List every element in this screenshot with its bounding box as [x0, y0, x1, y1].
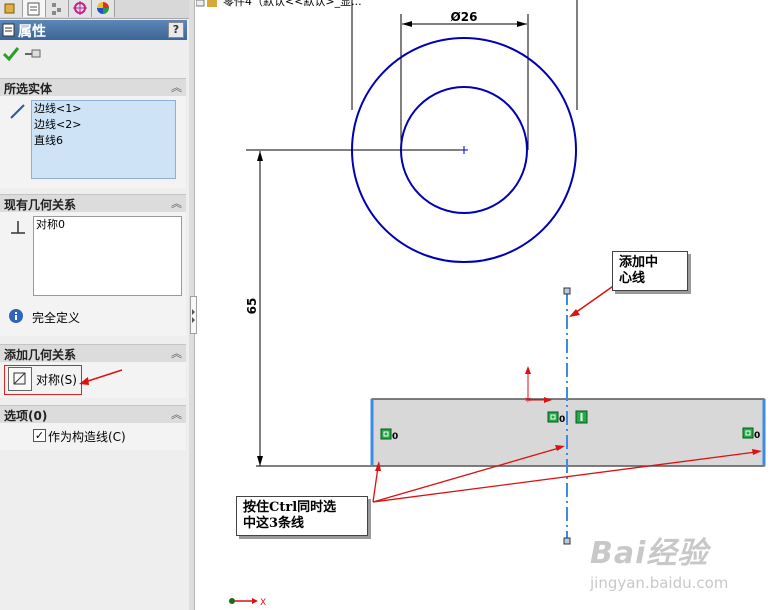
section-header-add-relations[interactable]: 添加几何关系 ︽: [0, 344, 186, 363]
axis-x-label: X: [260, 598, 266, 608]
diameter-dimension[interactable]: Ø26: [351, 0, 578, 150]
collapse-chevron-icon[interactable]: ︽: [171, 195, 182, 211]
crosshair-icon: [73, 1, 87, 15]
symmetric-relation-label[interactable]: 对称(S): [36, 371, 77, 388]
list-item[interactable]: 对称0: [34, 217, 181, 233]
relation-icon: [11, 221, 25, 234]
diameter-dimension-text[interactable]: Ø26: [451, 10, 478, 24]
watermark-url: jingyan.baidu.com: [590, 574, 729, 592]
callout-line: 添加中: [619, 255, 659, 270]
list-item[interactable]: 边线<1>: [32, 101, 175, 117]
section-body-options: ✓ 作为构造线(C): [0, 423, 186, 450]
circle-center-point[interactable]: [460, 146, 468, 154]
feature-tree-flyout[interactable]: 零件4（默认<<默认>_显...: [196, 0, 362, 8]
panel-title: 属性: [18, 24, 46, 40]
tab-dimxpert[interactable]: [69, 0, 92, 17]
list-item[interactable]: 直线6: [32, 133, 175, 149]
ok-check-icon[interactable]: [2, 46, 20, 62]
relation-marker-label: 0: [754, 431, 760, 441]
graphics-canvas[interactable]: 零件4（默认<<默认>_显... Ø26 65 0 0 0 ✶ X 添加中 心线…: [196, 0, 774, 610]
height-dimension[interactable]: 65: [245, 151, 372, 467]
baidu-watermark: Bai经验 jingyan.baidu.com: [590, 528, 770, 598]
definition-status: 完全定义: [32, 311, 81, 325]
section-header-existing-relations[interactable]: 现有几何关系 ︽: [0, 194, 186, 213]
collapse-chevron-icon[interactable]: ︽: [171, 406, 182, 422]
relation-marker-label: 0: [392, 432, 398, 442]
collapse-chevron-icon[interactable]: ︽: [171, 79, 182, 95]
configuration-icon: [52, 3, 61, 15]
section-header-options[interactable]: 选项(0) ︽: [0, 405, 186, 424]
callout-add-centerline: 添加中 心线: [612, 251, 688, 291]
symmetric-relation-button[interactable]: [8, 367, 32, 391]
property-icon: [2, 23, 15, 37]
symmetric-icon: [13, 372, 26, 385]
selected-entities-list[interactable]: 边线<1> 边线<2> 直线6: [31, 100, 176, 179]
existing-relations-list[interactable]: 对称0: [33, 216, 182, 296]
tab-feature-manager[interactable]: [0, 0, 23, 17]
watermark-brand: Bai经验: [590, 536, 709, 571]
vertical-relation-marker[interactable]: [575, 410, 588, 424]
property-icon: [27, 2, 40, 16]
manager-tab-bar: [0, 0, 189, 19]
info-icon: [9, 309, 23, 323]
annotation-arrow-to-symmetric: [79, 369, 123, 385]
section-title: 所选实体: [4, 82, 53, 96]
edge-selection-icon: [10, 104, 25, 119]
section-body-selected-entities: 边线<1> 边线<2> 直线6: [0, 96, 186, 188]
callout-line: 心线: [619, 271, 646, 286]
centerline-endpoint-bottom[interactable]: [563, 537, 571, 545]
centerline-endpoint-top[interactable]: [563, 287, 571, 295]
help-button[interactable]: ?: [168, 22, 184, 38]
construction-line-checkbox[interactable]: ✓: [33, 429, 46, 442]
svg-text:✶: ✶: [524, 395, 532, 406]
construction-line-label[interactable]: 作为构造线(C): [48, 428, 126, 445]
tab-configuration-manager[interactable]: [46, 0, 69, 17]
list-item[interactable]: 边线<2>: [32, 117, 175, 133]
callout-select-lines: 按住Ctrl同时选 中这3条线: [236, 496, 368, 536]
rectangle-profile[interactable]: [371, 398, 765, 467]
section-title: 现有几何关系: [4, 198, 77, 212]
section-title: 添加几何关系: [4, 348, 77, 362]
display-color-icon: [97, 2, 109, 14]
relation-marker-label: 0: [559, 415, 565, 425]
tab-property-manager[interactable]: [23, 0, 46, 17]
tab-display-manager[interactable]: [92, 0, 115, 17]
callout-line: 中这3条线: [243, 516, 305, 531]
pushpin-icon[interactable]: [24, 47, 44, 61]
section-title: 选项(0): [4, 409, 48, 423]
height-dimension-text[interactable]: 65: [245, 298, 259, 315]
axis-triad: X: [229, 598, 266, 608]
sketch-origin-marker[interactable]: ✶: [524, 366, 552, 406]
tree-part-name[interactable]: 零件4（默认<<默认>_显...: [223, 0, 362, 8]
section-body-existing-relations: 对称0 完全定义: [0, 212, 186, 336]
collapse-chevron-icon[interactable]: ︽: [171, 345, 182, 361]
section-header-selected-entities[interactable]: 所选实体 ︽: [0, 78, 186, 97]
feature-tree-icon: [4, 3, 15, 14]
callout-line: 按住Ctrl同时选: [243, 500, 337, 515]
property-manager-panel: 属性 ? 所选实体 ︽ 边线<1> 边线<2> 直线6 现有几何关系 ︽ 对称0: [0, 0, 190, 610]
panel-title-bar: 属性 ?: [0, 20, 187, 40]
